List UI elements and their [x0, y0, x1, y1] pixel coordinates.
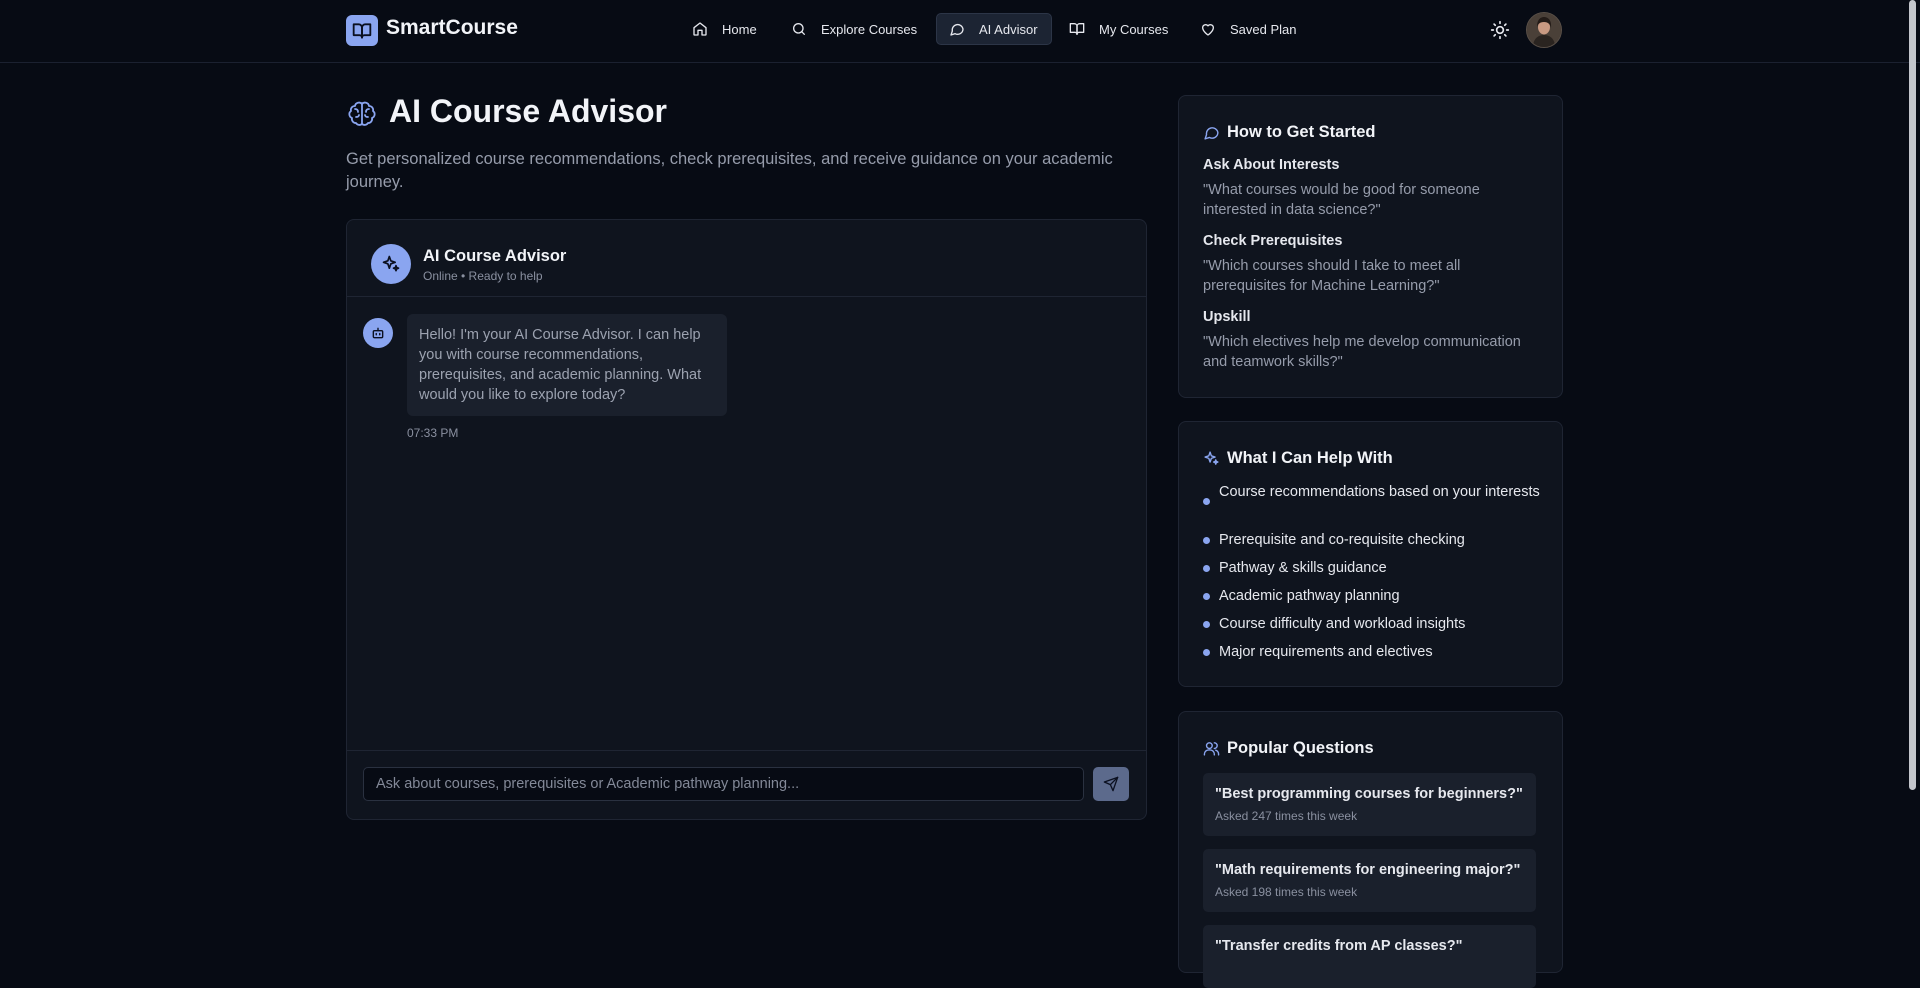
nav-my-courses[interactable]: My Courses [1069, 13, 1174, 45]
nav-my-courses-label: My Courses [1099, 21, 1169, 37]
popular-question-text: "Transfer credits from AP classes?" [1215, 938, 1463, 954]
nav-saved-plan[interactable]: Saved Plan [1200, 13, 1305, 45]
logo[interactable] [346, 15, 378, 46]
sparkles-icon [382, 255, 400, 272]
nav-home-label: Home [722, 21, 757, 37]
help-item: Course recommendations based on your int… [1219, 484, 1540, 500]
bullet-icon [1203, 593, 1210, 600]
chat-bubble-icon [1203, 124, 1220, 141]
chat-status: Online • Ready to help [423, 269, 543, 283]
popular-question-count: Asked 247 times this week [1215, 809, 1358, 823]
divider [346, 750, 1147, 751]
help-item: Academic pathway planning [1219, 588, 1400, 604]
chat-input[interactable] [363, 767, 1084, 801]
nav-explore-courses[interactable]: Explore Courses [791, 13, 926, 45]
sun-icon [1490, 20, 1510, 40]
help-item: Pathway & skills guidance [1219, 560, 1387, 576]
tip-title: Check Prerequisites [1203, 233, 1343, 249]
page-subtitle: Get personalized course recommendations,… [346, 150, 1113, 191]
page-title: AI Course Advisor [389, 93, 667, 129]
chat-panel [346, 219, 1147, 820]
search-icon [793, 23, 805, 35]
tip-title: Ask About Interests [1203, 157, 1340, 173]
home-icon [693, 22, 707, 36]
tip-text: "Which electives help me develop communi… [1203, 334, 1521, 370]
popular-question-text: "Math requirements for engineering major… [1215, 862, 1521, 878]
send-icon [1103, 776, 1119, 792]
brain-icon [346, 97, 378, 129]
bot-icon [372, 327, 384, 339]
popular-question[interactable] [1203, 849, 1536, 912]
bullet-icon [1203, 649, 1210, 656]
popular-question-text: "Best programming courses for beginners?… [1215, 786, 1523, 802]
scrollbar[interactable] [1909, 0, 1916, 790]
chat-title: AI Course Advisor [423, 247, 567, 265]
help-item: Prerequisite and co-requisite checking [1219, 532, 1465, 548]
nav-advisor-label: AI Advisor [979, 21, 1038, 37]
book-open-icon [352, 22, 372, 39]
nav-ai-advisor[interactable]: AI Advisor [936, 13, 1052, 45]
app-name[interactable]: SmartCourse [386, 16, 518, 40]
send-button[interactable] [1093, 767, 1129, 801]
bullet-icon [1203, 498, 1210, 505]
advisor-avatar [371, 244, 411, 284]
nav-explore-label: Explore Courses [821, 21, 918, 37]
tip-text: "Which courses should I take to meet all… [1203, 258, 1461, 294]
assistant-message: Hello! I'm your AI Course Advisor. I can… [407, 314, 727, 416]
tip-text: "What courses would be good for someone … [1203, 182, 1480, 218]
popular-title: Popular Questions [1227, 739, 1374, 757]
bullet-icon [1203, 621, 1210, 628]
sparkles-icon [1203, 450, 1220, 467]
bullet-icon [1203, 565, 1210, 572]
bullet-icon [1203, 537, 1210, 544]
book-icon [1069, 23, 1085, 35]
popular-question[interactable] [1203, 925, 1536, 988]
message-timestamp: 07:33 PM [407, 426, 459, 440]
help-item: Course difficulty and workload insights [1219, 616, 1466, 632]
message-avatar [363, 318, 393, 348]
user-photo-icon [1527, 13, 1561, 47]
heart-icon [1202, 24, 1214, 36]
user-avatar[interactable] [1526, 12, 1562, 48]
tip-title: Upskill [1203, 309, 1251, 325]
popular-question[interactable] [1203, 773, 1536, 836]
users-icon [1203, 740, 1220, 757]
nav-home[interactable]: Home [692, 13, 772, 45]
chat-bubble-icon [950, 23, 964, 36]
theme-toggle-button[interactable] [1490, 20, 1510, 40]
help-title: What I Can Help With [1227, 449, 1393, 467]
popular-question-count: Asked 198 times this week [1215, 885, 1358, 899]
get-started-title: How to Get Started [1227, 123, 1376, 141]
help-item: Major requirements and electives [1219, 644, 1433, 660]
nav-saved-plan-label: Saved Plan [1230, 21, 1297, 37]
